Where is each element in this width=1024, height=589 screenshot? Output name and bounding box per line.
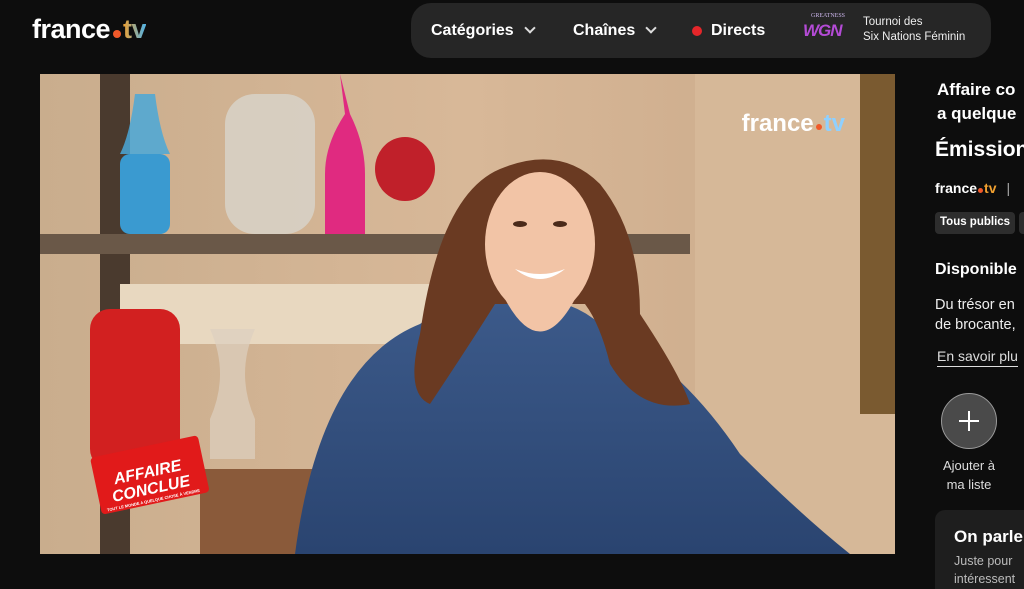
info-card[interactable]: On parle Juste pour intéressent [935,510,1024,589]
program-description: Du trésor en de brocante, [935,295,1024,335]
watermark-dot [815,124,822,130]
availability-text: Disponible [935,261,1017,278]
nav-categories-label: Catégories [431,21,514,39]
logo-word: france [32,14,111,44]
red-goblet [375,137,435,201]
channel-dot [978,187,984,193]
add-label-line-2: ma liste [946,477,992,492]
card-title: On parle [954,527,1023,546]
program-title: Affaire co a quelque [937,78,1024,126]
person-eye [513,221,527,227]
watermark-suffix: tv [823,110,845,137]
card-line-2: intéressent [954,572,1016,586]
program-type: Émission [935,138,1024,161]
audience-badge: Tous publics [935,212,1016,234]
france-tv-logo[interactable]: france tv [32,14,147,45]
chevron-down-icon [645,21,657,34]
badge-2 [1019,212,1024,234]
promo-text: Tournoi des Six Nations Féminin [863,15,965,45]
channel-separator: | [1006,180,1011,196]
add-label-line-1: Ajouter à [942,458,996,473]
program-title-line-2: a quelque [937,104,1017,123]
nav-categories[interactable]: Catégories [431,21,536,40]
top-bar: france tv Catégories Chaînes Directs GREA… [0,0,1024,62]
channel-word: france [935,180,978,196]
nav-live[interactable]: Directs [692,22,765,40]
add-to-list-button[interactable] [941,393,997,449]
card-text: Juste pour intéressent [954,552,1015,588]
description-line-2: de brocante, [935,317,1016,333]
france-tv-watermark: france tv [742,110,845,138]
person-eye [553,221,567,227]
description-line-1: Du trésor en [935,297,1015,313]
promo-line-1: Tournoi des [863,16,923,28]
chevron-down-icon [524,21,536,34]
nav-channels[interactable]: Chaînes [573,21,657,40]
learn-more-link[interactable]: En savoir plu [937,348,1018,367]
card-line-1: Juste pour [954,554,1013,568]
add-to-list-label: Ajouter à ma liste [935,456,1003,494]
glass-jar [225,94,315,234]
program-title-line-1: Affaire co [937,80,1016,99]
mirror-frame [860,74,895,414]
live-dot-icon [692,25,702,36]
six-nations-promo[interactable]: GREATNESS WGN Tournoi des Six Nations Fé… [801,13,965,47]
main-nav: Catégories Chaînes Directs GREATNESS WGN… [411,3,991,58]
person-face [485,172,595,316]
nav-channels-label: Chaînes [573,21,636,39]
logo-suffix: tv [123,14,147,44]
nav-live-label: Directs [711,21,766,39]
wgn-logo-top: GREATNESS [811,13,846,19]
promo-line-2: Six Nations Féminin [863,31,966,43]
wgn-logo: GREATNESS WGN [801,13,849,47]
channel-suffix: tv [984,180,997,196]
blue-vase-body [120,154,170,234]
info-sidebar: Affaire co a quelque Émission france tv | … [935,62,1024,589]
watermark-word: france [741,110,814,137]
logo-dot [113,29,122,38]
channel-logo[interactable]: france tv | [935,180,1010,196]
wgn-logo-main: WGN [803,21,843,40]
video-player[interactable]: france tv AFFAIRE CONCLUE TOUT LE MONDE A… [40,74,895,554]
